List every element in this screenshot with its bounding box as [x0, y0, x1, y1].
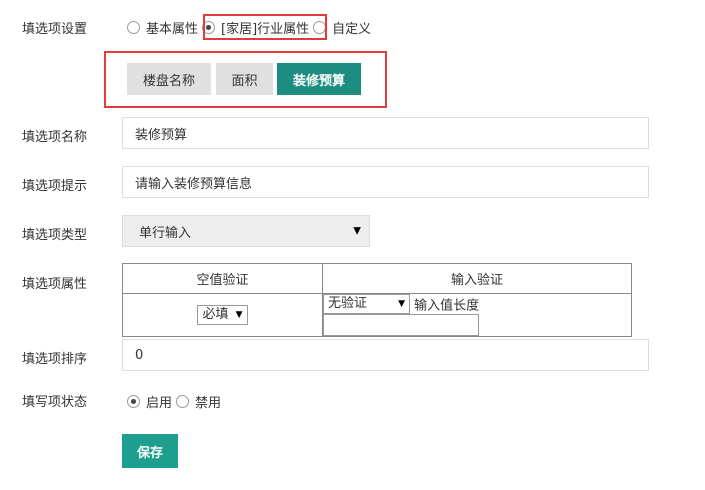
chevron-down-icon: ▼: [353, 225, 361, 237]
radio-enable[interactable]: [127, 395, 140, 408]
length-input[interactable]: [323, 314, 479, 336]
type-label: 填选项类型: [22, 228, 88, 243]
radio-custom-label[interactable]: 自定义: [332, 18, 371, 37]
attr-table: 空值验证 输入验证 必填 ▼ 无验证 ▼ 输入值长度: [122, 263, 632, 337]
tab-building-name[interactable]: 楼盘名称: [127, 63, 211, 95]
attr-col-empty-check: 空值验证: [122, 263, 323, 294]
empty-check-cell: 必填 ▼: [122, 293, 323, 337]
tab-renovation-budget[interactable]: 装修预算: [277, 63, 361, 95]
input-check-value: 无验证: [328, 296, 368, 311]
status-radio-group: 启用 禁用: [127, 392, 221, 411]
name-input[interactable]: 装修预算: [122, 117, 649, 149]
radio-enable-label[interactable]: 启用: [146, 392, 172, 411]
radio-basic-label[interactable]: 基本属性: [146, 18, 198, 37]
length-label: 输入值长度: [414, 298, 480, 314]
name-label: 填选项名称: [22, 130, 88, 145]
radio-basic[interactable]: [127, 21, 140, 34]
radio-disable[interactable]: [176, 395, 190, 408]
status-label: 填写项状态: [22, 395, 88, 410]
empty-check-select[interactable]: 必填 ▼: [197, 305, 248, 325]
chevron-down-icon: ▼: [235, 310, 243, 320]
hint-label: 填选项提示: [22, 179, 88, 194]
chevron-down-icon: ▼: [398, 299, 405, 309]
type-select-value: 单行输入: [139, 225, 192, 241]
input-check-cell: 无验证 ▼ 输入值长度: [322, 293, 632, 337]
tab-area[interactable]: 面积: [216, 63, 273, 95]
settings-label: 填选项设置: [22, 22, 88, 37]
input-check-select[interactable]: 无验证 ▼: [323, 294, 410, 314]
save-button[interactable]: 保存: [122, 434, 178, 468]
highlight-industry-option: [203, 14, 327, 40]
radio-disable-label[interactable]: 禁用: [195, 392, 221, 411]
order-label: 填选项排序: [22, 352, 88, 367]
order-input[interactable]: 0: [122, 339, 649, 371]
empty-check-value: 必填: [202, 307, 229, 322]
type-select[interactable]: 单行输入 ▼: [122, 215, 370, 247]
attr-label: 填选项属性: [22, 277, 88, 292]
attr-col-input-check: 输入验证: [322, 263, 632, 294]
hint-input[interactable]: 请输入装修预算信息: [122, 166, 649, 198]
